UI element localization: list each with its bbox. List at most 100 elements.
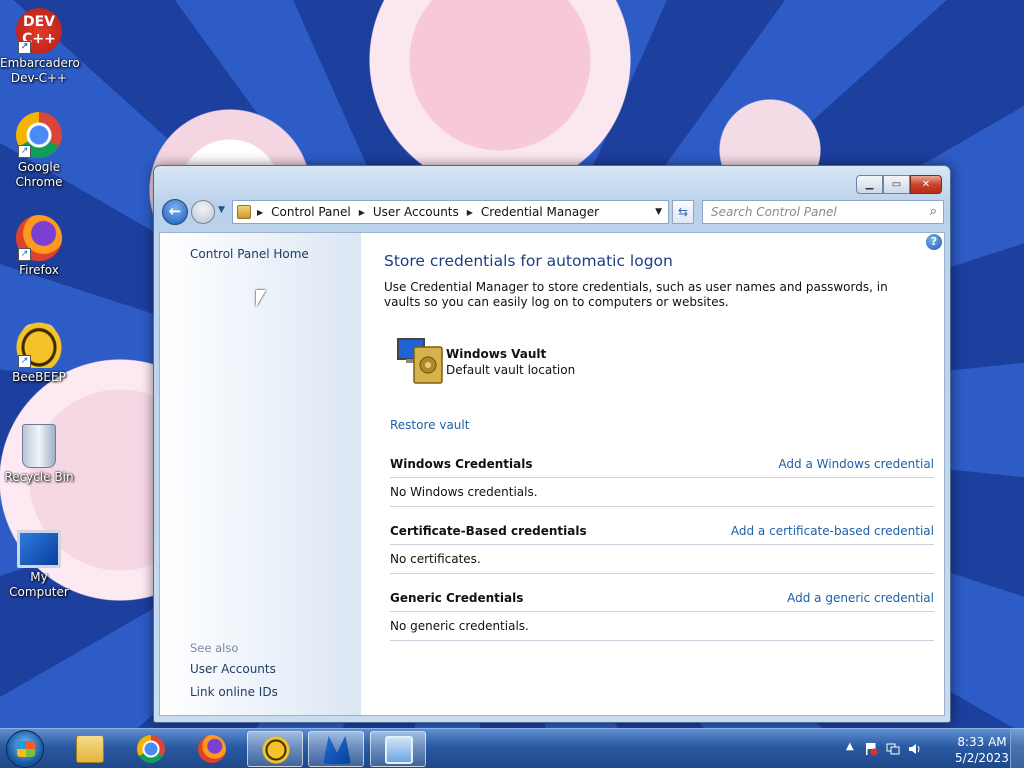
taskbar-explorer-button[interactable]	[62, 731, 118, 767]
devcpp-icon: DEV C++ ↗	[16, 8, 62, 54]
shortcut-arrow-icon: ↗	[18, 355, 31, 368]
breadcrumb-control-panel[interactable]: Control Panel	[271, 205, 351, 219]
breadcrumb-separator-icon: ▶	[257, 207, 264, 217]
show-hidden-icons-icon[interactable]: ▲	[846, 741, 854, 752]
search-input[interactable]: Search Control Panel ⌕	[702, 200, 944, 224]
help-icon[interactable]: ?	[926, 234, 942, 250]
link-online-ids-link[interactable]: Link online IDs	[190, 685, 278, 699]
desktop-icon-label: Firefox	[19, 263, 59, 277]
control-panel-icon	[385, 736, 413, 764]
vault-icon	[397, 338, 443, 384]
address-bar[interactable]: ▶ Control Panel ▶ User Accounts ▶ Creden…	[232, 200, 669, 224]
caption-buttons: ▁ ▭ ✕	[856, 175, 942, 194]
clock-date: 5/2/2023	[955, 751, 1009, 765]
section-empty-text: No generic credentials.	[390, 612, 934, 641]
breadcrumb-credential-manager[interactable]: Credential Manager	[481, 205, 599, 219]
control-panel-home-link[interactable]: Control Panel Home	[190, 247, 309, 261]
refresh-button[interactable]: ⇆	[672, 200, 694, 224]
forward-button[interactable]	[191, 200, 215, 224]
explorer-icon	[76, 735, 104, 763]
taskbar-chrome-button[interactable]	[123, 731, 179, 767]
close-button[interactable]: ✕	[910, 175, 942, 194]
add-windows-credential-link[interactable]: Add a Windows credential	[778, 457, 934, 471]
add-certificate-credential-link[interactable]: Add a certificate-based credential	[731, 524, 934, 538]
desktop-icon-beebeep[interactable]: ↗ BeeBEEP	[0, 322, 78, 385]
minimize-icon: ▁	[865, 179, 874, 190]
desktop-icon-label: BeeBEEP	[12, 370, 66, 384]
malwarebytes-icon	[323, 736, 351, 764]
content-area: Control Panel Home See also User Account…	[159, 232, 945, 716]
desktop-icon-chrome[interactable]: ↗ Google Chrome	[0, 112, 78, 190]
recycle-bin-icon	[22, 424, 56, 468]
taskbar-malwarebytes-button[interactable]	[308, 731, 364, 767]
taskbar-control-panel-button[interactable]	[370, 731, 426, 767]
taskbar-beebeep-button[interactable]	[247, 731, 303, 767]
add-generic-credential-link[interactable]: Add a generic credential	[787, 591, 934, 605]
breadcrumb-separator-icon: ▶	[358, 207, 365, 217]
maximize-button[interactable]: ▭	[883, 175, 910, 194]
clock-time: 8:33 AM	[957, 735, 1007, 749]
search-placeholder: Search Control Panel	[711, 205, 837, 219]
start-button[interactable]	[6, 730, 44, 768]
taskbar: ▲ 8:33 AM 5/2/2023	[0, 728, 1024, 768]
windows-logo-icon	[17, 741, 35, 757]
user-accounts-link[interactable]: User Accounts	[190, 662, 276, 676]
section-empty-text: No Windows credentials.	[390, 478, 934, 507]
taskbar-firefox-button[interactable]	[184, 731, 240, 767]
beebeep-icon	[262, 736, 290, 764]
desktop-icon-label: Embarcadero Dev-C++	[0, 56, 80, 85]
minimize-button[interactable]: ▁	[856, 175, 883, 194]
firefox-icon: ↗	[16, 215, 62, 261]
computer-icon	[17, 530, 61, 568]
generic-credentials-section: Generic Credentials Add a generic creden…	[390, 591, 934, 641]
breadcrumb-user-accounts[interactable]: User Accounts	[373, 205, 459, 219]
desktop-icon-my-computer[interactable]: My Computer	[0, 530, 78, 600]
navigation-bar: ← ▼ ▶ Control Panel ▶ User Accounts ▶ Cr…	[162, 199, 944, 225]
maximize-icon: ▭	[891, 179, 902, 190]
breadcrumb-separator-icon: ▶	[466, 207, 473, 217]
page-title: Store credentials for automatic logon	[384, 252, 673, 270]
shortcut-arrow-icon: ↗	[18, 41, 31, 54]
desktop-icon-firefox[interactable]: ↗ Firefox	[0, 215, 78, 278]
control-panel-icon	[237, 205, 251, 219]
see-also-label: See also	[190, 641, 239, 655]
vault-name[interactable]: Windows Vault	[446, 347, 546, 361]
show-desktop-button[interactable]	[1010, 729, 1024, 768]
clock[interactable]: 8:33 AM 5/2/2023	[952, 734, 1012, 766]
shortcut-arrow-icon: ↗	[18, 145, 31, 158]
system-tray: ▲ 8:33 AM 5/2/2023	[834, 729, 1024, 768]
section-heading: Windows Credentials	[390, 457, 533, 471]
beebeep-icon: ↗	[16, 322, 62, 368]
restore-vault-link[interactable]: Restore vault	[390, 418, 469, 432]
section-heading: Certificate-Based credentials	[390, 524, 587, 538]
volume-icon[interactable]	[908, 742, 922, 756]
chrome-icon: ↗	[16, 112, 62, 158]
refresh-icon: ⇆	[677, 205, 689, 219]
mouse-cursor-icon	[256, 290, 266, 307]
windows-credentials-section: Windows Credentials Add a Windows creden…	[390, 457, 934, 507]
credential-manager-window: ▁ ▭ ✕ ← ▼ ▶ Control Panel ▶ User Account…	[153, 165, 951, 723]
vault-location: Default vault location	[446, 363, 576, 377]
desktop-icon-recycle-bin[interactable]: Recycle Bin	[0, 424, 78, 485]
chrome-icon	[137, 735, 165, 763]
desktop-icon-label: Recycle Bin	[4, 470, 74, 484]
firefox-icon	[198, 735, 226, 763]
back-arrow-icon: ←	[168, 202, 182, 220]
page-description: Use Credential Manager to store credenti…	[384, 280, 888, 309]
desktop-icon-devcpp[interactable]: DEV C++ ↗ Embarcadero Dev-C++	[0, 8, 80, 86]
desktop-icon-label: Google Chrome	[15, 160, 63, 189]
close-icon: ✕	[921, 179, 931, 190]
search-icon[interactable]: ⌕	[930, 204, 937, 219]
shortcut-arrow-icon: ↗	[18, 248, 31, 261]
network-icon[interactable]	[886, 742, 900, 756]
action-center-flag-icon[interactable]	[864, 742, 878, 756]
recent-pages-dropdown[interactable]: ▼	[218, 205, 225, 215]
chevron-down-icon: ▼	[218, 205, 225, 215]
main-pane: ? Store credentials for automatic logon …	[384, 233, 944, 715]
address-dropdown-icon[interactable]: ▼	[655, 207, 662, 217]
left-pane: Control Panel Home See also User Account…	[160, 233, 361, 715]
section-heading: Generic Credentials	[390, 591, 524, 605]
certificate-credentials-section: Certificate-Based credentials Add a cert…	[390, 524, 934, 574]
section-empty-text: No certificates.	[390, 545, 934, 574]
back-button[interactable]: ←	[162, 199, 188, 225]
